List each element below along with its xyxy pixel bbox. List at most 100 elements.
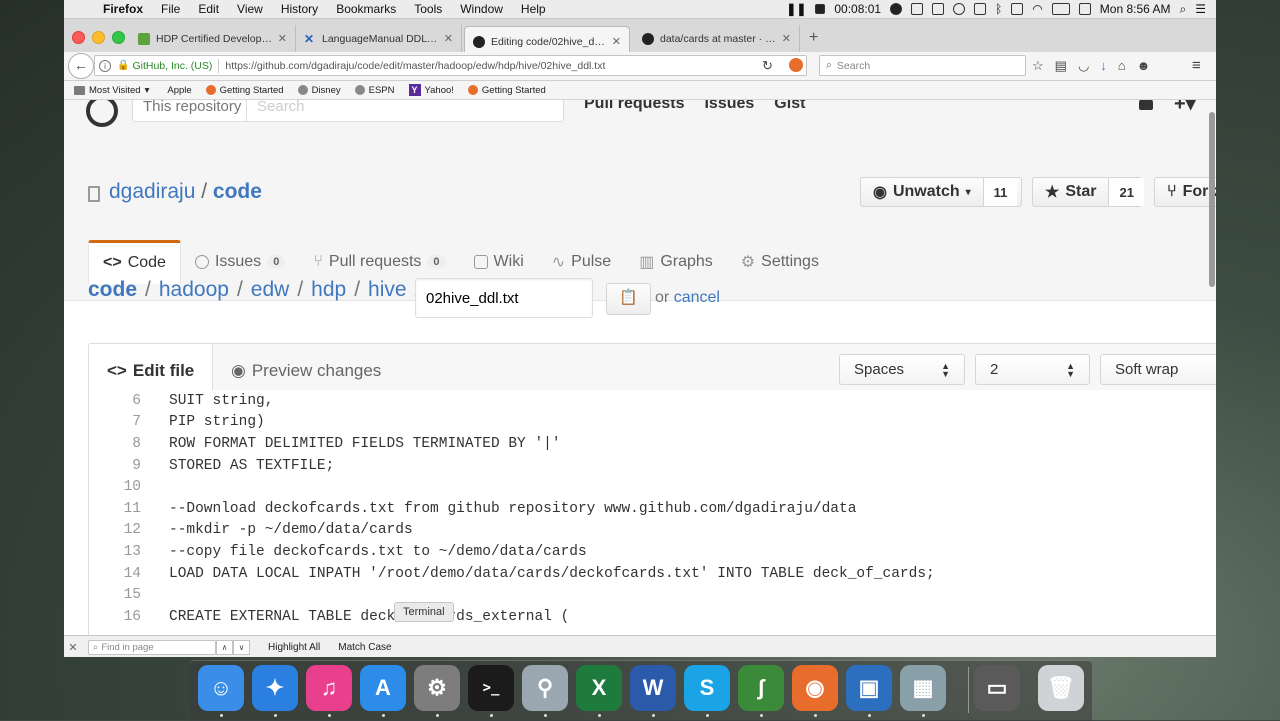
menubar-clock[interactable]: Mon 8:56 AM <box>1100 2 1171 16</box>
bookmark-yahoo[interactable]: Y Yahoo! <box>408 84 454 96</box>
breadcrumb-item[interactable]: hdp <box>311 278 346 302</box>
word-icon[interactable]: W <box>630 665 676 711</box>
browser-tab[interactable]: ✕ LanguageManual DDL - Ap... ✕ <box>296 25 462 52</box>
search-input[interactable]: ⌕ Search <box>819 55 1026 76</box>
tab-graphs[interactable]: ▥ Graphs <box>625 240 727 284</box>
zoom-window-button[interactable] <box>112 31 125 44</box>
close-tab-icon[interactable]: ✕ <box>782 32 791 45</box>
system-preferences-icon[interactable]: ⚙ <box>414 665 460 711</box>
close-window-button[interactable] <box>72 31 85 44</box>
breadcrumb-item[interactable]: edw <box>251 278 290 302</box>
find-next-button[interactable]: ∨ <box>233 639 250 655</box>
code-line[interactable]: 7 PIP string) <box>89 412 1216 434</box>
highlight-all-toggle[interactable]: Highlight All <box>268 642 320 653</box>
unwatch-button[interactable]: ◉ Unwatch ▾ 11 <box>860 177 1022 207</box>
bluetooth-icon[interactable]: ᛒ <box>995 2 1002 16</box>
star-button[interactable]: ★ Star 21 <box>1032 177 1144 207</box>
code-line[interactable]: 11 --Download deckofcards.txt from github… <box>89 498 1216 520</box>
minimize-window-button[interactable] <box>92 31 105 44</box>
stop-recording-icon[interactable] <box>815 4 826 14</box>
breadcrumb-item[interactable]: hive <box>368 278 407 302</box>
firefox-icon[interactable]: ◉ <box>792 665 838 711</box>
airplay-icon[interactable] <box>1011 3 1024 15</box>
bookmark-apple[interactable]: Apple <box>163 85 191 96</box>
extension-icon[interactable] <box>789 58 803 72</box>
browser-tab[interactable]: HDP Certified Developer (H... ✕ <box>130 25 296 52</box>
find-input[interactable]: ⌕ Find in page <box>88 639 216 655</box>
code-line[interactable]: 13 --copy file deckofcards.txt to ~/demo/… <box>89 541 1216 563</box>
nav-gist[interactable]: Gist <box>774 100 805 113</box>
windows-icon[interactable] <box>932 3 945 15</box>
repo-search-input[interactable]: This repository Search <box>132 100 564 122</box>
menu-help[interactable]: Help <box>512 2 555 16</box>
scrollbar-thumb[interactable] <box>1209 112 1215 287</box>
itunes-icon[interactable]: ♫ <box>306 665 352 711</box>
finder-icon[interactable]: ☺ <box>198 665 244 711</box>
indent-mode-select[interactable]: Spaces ▲ ▼ <box>839 354 965 385</box>
excel-icon[interactable]: X <box>576 665 622 711</box>
filename-input[interactable] <box>415 278 593 318</box>
menu-window[interactable]: Window <box>451 2 512 16</box>
info-icon[interactable]: i <box>99 59 111 72</box>
preview-icon[interactable]: ▦ <box>900 665 946 711</box>
close-tab-icon[interactable]: ✕ <box>444 32 453 45</box>
reload-icon[interactable]: ↻ <box>762 58 773 74</box>
battery-icon[interactable] <box>1051 3 1070 15</box>
browser-tab[interactable]: data/cards at master · dga... ✕ <box>634 25 800 52</box>
input-source-icon[interactable] <box>1078 3 1091 15</box>
watch-count[interactable]: 11 <box>982 178 1018 206</box>
cancel-link[interactable]: cancel <box>674 289 720 306</box>
display-icon[interactable] <box>911 3 924 15</box>
code-line[interactable]: 12 --mkdir -p ~/demo/data/cards <box>89 520 1216 542</box>
match-case-toggle[interactable]: Match Case <box>338 642 391 653</box>
home-icon[interactable]: ⌂ <box>1118 58 1126 74</box>
spotlight-icon[interactable]: ⌕ <box>1180 2 1187 17</box>
bookmark-star-icon[interactable]: ☆ <box>1032 58 1044 74</box>
breadcrumb-root[interactable]: code <box>88 278 137 302</box>
reading-list-icon[interactable]: ▤ <box>1055 58 1067 74</box>
repo-name-link[interactable]: code <box>213 180 262 203</box>
new-tab-icon[interactable]: + <box>809 29 818 47</box>
code-line[interactable]: 10 <box>89 476 1216 498</box>
indent-size-select[interactable]: 2 ▲ ▼ <box>975 354 1090 385</box>
menu-app-name[interactable]: Firefox <box>94 2 152 16</box>
code-line[interactable]: 9 STORED AS TEXTFILE; <box>89 455 1216 477</box>
chat-icon[interactable]: ☻ <box>1137 58 1151 74</box>
url-bar[interactable]: i 🔒 GitHub, Inc. (US) https://github.com… <box>94 55 807 76</box>
bookmark-getting-started-2[interactable]: Getting Started <box>467 85 546 96</box>
app-store-icon[interactable]: A <box>360 665 406 711</box>
close-find-icon[interactable]: ✕ <box>64 641 82 654</box>
menu-history[interactable]: History <box>272 2 327 16</box>
menu-file[interactable]: File <box>152 2 189 16</box>
network-utility-icon[interactable]: ⚲ <box>522 665 568 711</box>
terminal-icon[interactable]: >_ <box>468 665 514 711</box>
nav-pull-requests[interactable]: Pull requests <box>584 100 684 113</box>
back-button[interactable]: ← <box>68 53 94 79</box>
bookmark-most-visited[interactable]: Most Visited ▾ <box>74 85 149 96</box>
star-count[interactable]: 21 <box>1108 178 1144 206</box>
github-logo-icon[interactable] <box>86 100 118 127</box>
menu-bookmarks[interactable]: Bookmarks <box>327 2 405 16</box>
menu-icon[interactable]: ≡ <box>1192 57 1201 74</box>
trash-icon[interactable]: 🗑 <box>1038 665 1084 711</box>
code-line[interactable]: 6 SUIT string, <box>89 390 1216 412</box>
safari-icon[interactable]: ✦ <box>252 665 298 711</box>
code-line[interactable]: 16 CREATE EXTERNAL TABLE deck_of_cards_ex… <box>89 606 1216 628</box>
sourcetree-icon[interactable]: ʃ <box>738 665 784 711</box>
skype-status-icon[interactable] <box>890 3 903 15</box>
code-line[interactable]: 14 LOAD DATA LOCAL INPATH '/root/demo/dat… <box>89 563 1216 585</box>
virtualbox-icon[interactable]: ▣ <box>846 665 892 711</box>
check-icon[interactable] <box>953 3 966 15</box>
tab-settings[interactable]: ⚙ Settings <box>727 240 833 284</box>
notifications-bell-icon[interactable] <box>1139 100 1153 110</box>
create-new-icon[interactable]: +▾ <box>1174 100 1196 116</box>
url-text[interactable]: https://github.com/dgadiraju/code/edit/m… <box>225 60 605 72</box>
clipboard-icon[interactable] <box>974 3 987 15</box>
wifi-icon[interactable]: ◠ <box>1032 2 1042 16</box>
close-tab-icon[interactable]: ✕ <box>612 35 621 48</box>
pocket-icon[interactable]: ◡ <box>1078 58 1089 74</box>
notification-center-icon[interactable]: ☰ <box>1195 2 1206 16</box>
repo-owner-link[interactable]: dgadiraju <box>109 180 195 203</box>
site-identity[interactable]: GitHub, Inc. (US) <box>132 60 212 72</box>
code-line[interactable]: 15 <box>89 584 1216 606</box>
